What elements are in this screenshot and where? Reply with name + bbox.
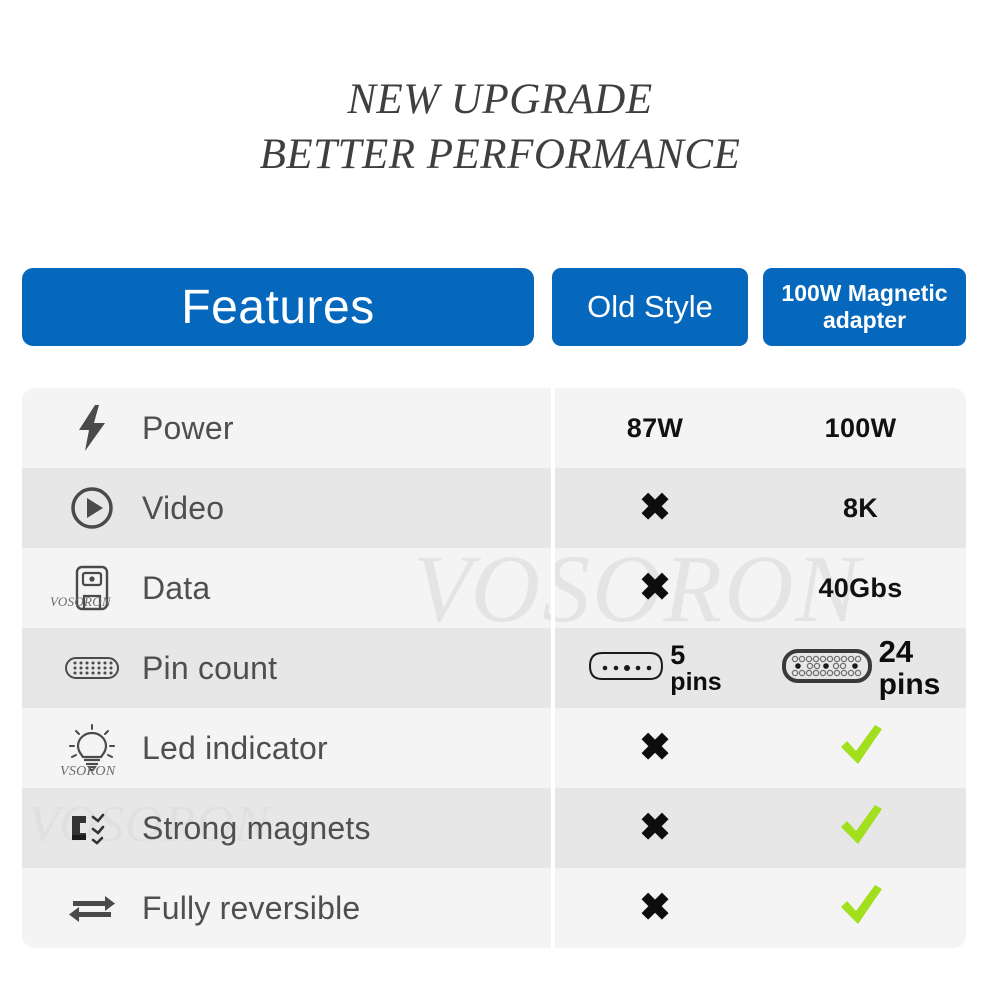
feature-label: Pin count: [142, 649, 278, 686]
comparison-header: Features Old Style 100W Magnetic adapter: [22, 268, 966, 346]
table-row: VSORON Led indicator ✖: [22, 708, 966, 788]
magnetic-adapter-cell: 24 pins: [755, 628, 966, 708]
check-icon: [837, 803, 885, 854]
feature-cell: Video: [22, 468, 551, 548]
feature-cell: VOSORON Data: [22, 548, 551, 628]
connector-5pin-icon: [588, 649, 664, 688]
feature-label: Strong magnets: [142, 809, 371, 846]
header-magnetic-adapter-label: 100W Magnetic adapter: [781, 280, 947, 333]
check-icon: [837, 883, 885, 934]
feature-label: Video: [142, 489, 225, 526]
watermark-icon-data: VOSORON: [50, 594, 111, 609]
feature-label: Power: [142, 409, 234, 446]
magnetic-adapter-cell: 100W: [755, 388, 966, 468]
pin-count-unit: pins: [878, 667, 941, 701]
magnetic-adapter-cell: [755, 788, 966, 868]
storage-disk-icon: VOSORON: [50, 562, 120, 614]
feature-cell: Strong magnets: [22, 788, 551, 868]
connector-pins-icon: [64, 642, 120, 694]
lightning-bolt-icon: [64, 402, 120, 454]
header-old-style-label: Old Style: [587, 289, 713, 324]
old-style-cell: ✖: [555, 468, 755, 548]
cross-icon: ✖: [639, 487, 671, 529]
magnetic-adapter-cell: 40Gbs: [755, 548, 966, 628]
old-style-value: 5 pins: [670, 639, 722, 697]
feature-label: Data: [142, 569, 211, 606]
header-features-label: Features: [181, 280, 375, 334]
table-row: Fully reversible ✖: [22, 868, 966, 948]
old-style-cell: ✖: [555, 788, 755, 868]
table-row: VOSORON Data ✖ 40Gbs: [22, 548, 966, 628]
table-row: Power 87W 100W: [22, 388, 966, 468]
header-magnetic-adapter-line2: adapter: [822, 307, 907, 333]
cross-icon: ✖: [639, 567, 671, 609]
old-style-value: 87W: [626, 412, 684, 443]
table-row: Pin count 5 pins 24 pins: [22, 628, 966, 708]
header-old-style: Old Style: [552, 268, 748, 346]
header-magnetic-adapter: 100W Magnetic adapter: [763, 268, 966, 346]
cross-icon: ✖: [639, 807, 671, 849]
title-line-2: BETTER PERFORMANCE: [259, 131, 741, 179]
page-title: NEW UPGRADE BETTER PERFORMANCE: [0, 72, 1000, 182]
connector-24pin-icon: [781, 646, 873, 691]
old-style-cell: ✖: [555, 708, 755, 788]
header-features: Features: [22, 268, 534, 346]
old-style-cell: ✖: [555, 548, 755, 628]
magnetic-adapter-value: 8K: [842, 492, 879, 523]
magnetic-adapter-value: 40Gbs: [818, 572, 903, 603]
watermark-icon-led: VSORON: [60, 764, 116, 779]
play-circle-icon: [64, 482, 120, 534]
magnetic-adapter-value: 24 pins: [878, 633, 941, 701]
table-row: Video ✖ 8K: [22, 468, 966, 548]
old-style-cell: ✖: [555, 868, 755, 948]
pin-count-number: 5: [670, 639, 686, 670]
feature-cell: Fully reversible: [22, 868, 551, 948]
lightbulb-icon: VSORON: [60, 722, 120, 779]
pin-count-unit: pins: [670, 668, 722, 697]
title-line-1: NEW UPGRADE: [347, 76, 653, 123]
table-row: Strong magnets ✖: [22, 788, 966, 868]
magnetic-adapter-value: 100W: [824, 412, 897, 443]
check-icon: [837, 723, 885, 774]
old-style-cell: 5 pins: [555, 628, 755, 708]
feature-cell: Power: [22, 388, 551, 468]
feature-label: Fully reversible: [142, 889, 361, 926]
feature-cell: Pin count: [22, 628, 551, 708]
cross-icon: ✖: [639, 727, 671, 769]
magnetic-adapter-cell: [755, 868, 966, 948]
reversible-arrows-icon: [64, 882, 120, 934]
feature-label: Led indicator: [142, 729, 328, 766]
pin-count-number: 24: [878, 633, 914, 669]
feature-cell: VSORON Led indicator: [22, 708, 551, 788]
header-magnetic-adapter-line1: 100W Magnetic: [781, 280, 948, 307]
old-style-cell: 87W: [555, 388, 755, 468]
magnetic-adapter-cell: 8K: [755, 468, 966, 548]
cross-icon: ✖: [639, 887, 671, 929]
comparison-table: VOSORON VOSORON Power 87W 100W Video ✖ 8…: [22, 388, 966, 948]
magnet-icon: [64, 802, 120, 854]
magnetic-adapter-cell: [755, 708, 966, 788]
